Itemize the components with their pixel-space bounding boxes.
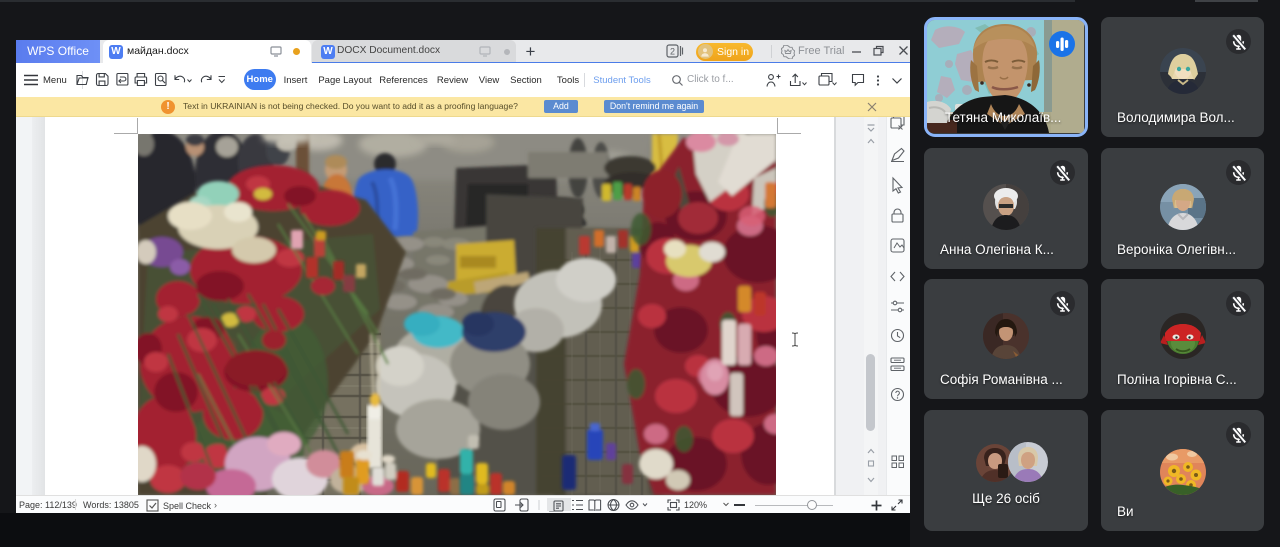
svg-text:2: 2 bbox=[670, 47, 675, 57]
